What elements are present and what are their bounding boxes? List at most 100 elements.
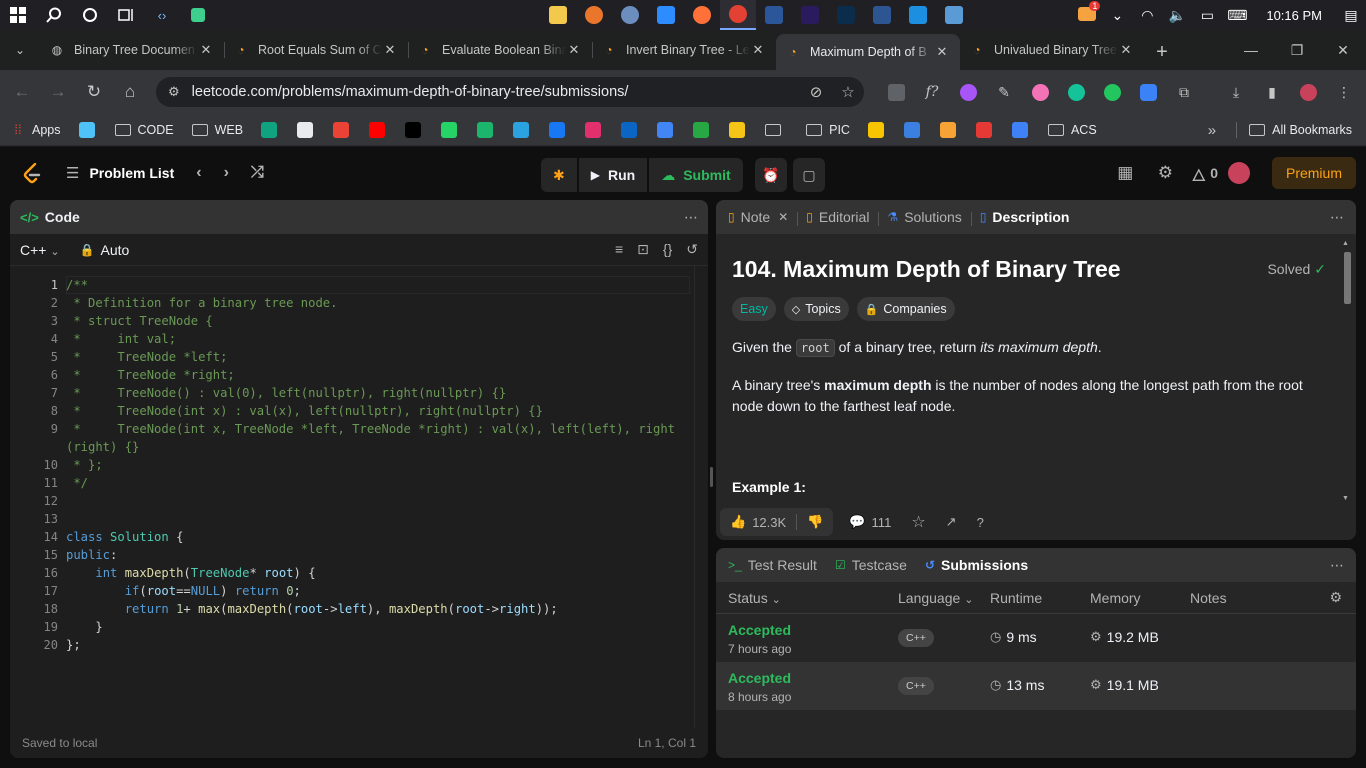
tab-submissions[interactable]: ↺ Submissions [925, 557, 1028, 573]
comments-button[interactable]: 💬 111 [849, 514, 891, 530]
extensions-puzzle-icon[interactable]: ⧉ [1166, 74, 1202, 110]
action-center-icon[interactable]: ▤ [1336, 7, 1366, 24]
address-bar[interactable]: ⚙ leetcode.com/problems/maximum-depth-of… [156, 77, 864, 107]
bookmark-folder[interactable]: PIC [806, 123, 850, 137]
bookmark-site-icon[interactable] [903, 121, 926, 138]
submission-row[interactable]: Accepted 8 hours ago C++ ◷ 13 ms ⚙ 19.1 MB [716, 662, 1356, 710]
taskbar-app-notepad-icon[interactable] [936, 0, 972, 30]
premium-button[interactable]: Premium [1271, 157, 1356, 189]
close-tab-icon[interactable]: ✕ [934, 44, 950, 60]
problem-title[interactable]: 104. Maximum Depth of Binary Tree [732, 256, 1121, 283]
description-scrollbar[interactable]: ▲ ▼ [1342, 240, 1352, 502]
bookmark-site-icon[interactable] [549, 121, 571, 138]
bookmark-site-icon[interactable] [441, 121, 463, 138]
bookmark-site-icon[interactable] [297, 121, 319, 138]
language-select[interactable]: C++ ⌄ [20, 242, 60, 258]
close-tab-icon[interactable]: ✕ [1118, 42, 1134, 58]
streak-flame-icon[interactable]: 🜂 [1191, 156, 1206, 191]
more-options-icon[interactable]: ⋯ [1330, 557, 1344, 574]
vertical-splitter-handle[interactable] [710, 467, 713, 487]
layout-grid-icon[interactable]: ▦ [1105, 163, 1145, 183]
browser-tab[interactable]: ◔ Maximum Depth of B ✕ [776, 34, 960, 70]
run-button[interactable]: ▶ Run [578, 158, 648, 192]
favorite-star-icon[interactable]: ☆ [911, 512, 925, 532]
braces-icon[interactable]: {} [663, 241, 672, 258]
notes-icon[interactable]: ▢ [793, 158, 825, 192]
browser-tab[interactable]: ◍ Binary Tree Documen ✕ [40, 34, 224, 66]
browser-tab[interactable]: ◔ Evaluate Boolean Bina ✕ [408, 34, 592, 66]
bookmark-site-icon[interactable] [477, 121, 499, 138]
task-view-icon[interactable] [108, 0, 144, 30]
submission-row[interactable]: Accepted 7 hours ago C++ ◷ 9 ms ⚙ 19.2 MB [716, 614, 1356, 662]
bookmark-folder[interactable]: CODE [114, 123, 174, 137]
bookmark-site-icon[interactable] [585, 121, 607, 138]
bookmark-site-icon[interactable] [405, 121, 427, 138]
bookmark-site-icon[interactable] [333, 121, 355, 138]
dislike-button[interactable]: 👎 [797, 514, 833, 530]
browser-tab[interactable]: ◔ Univalued Binary Tree ✕ [960, 34, 1144, 66]
tab-search-chevron-icon[interactable]: ⌄ [0, 30, 40, 70]
close-tab-icon[interactable]: ✕ [566, 42, 582, 58]
extension-8-icon[interactable] [1130, 74, 1166, 110]
format-code-icon[interactable]: ≡ [615, 241, 623, 258]
close-tab-icon[interactable]: ✕ [750, 42, 766, 58]
profile-avatar-icon[interactable] [1290, 74, 1326, 110]
leetcode-logo-icon[interactable] [22, 162, 42, 185]
shield-app-icon[interactable] [180, 0, 216, 30]
submit-button[interactable]: ☁ Submit [649, 158, 743, 192]
extension-3-icon[interactable] [950, 74, 986, 110]
battery-icon[interactable]: ▭ [1192, 7, 1222, 24]
submission-status[interactable]: Accepted [728, 670, 791, 686]
side-panel-icon[interactable]: ▮ [1254, 74, 1290, 110]
notification-badge-icon[interactable]: 1 [1072, 0, 1102, 24]
dev-tools-icon[interactable]: ‹› [144, 0, 180, 30]
restore-icon[interactable]: ❐ [1274, 30, 1320, 70]
autocomplete-mode[interactable]: Auto [101, 242, 130, 258]
bookmark-site-icon[interactable] [513, 121, 535, 138]
back-arrow-icon[interactable]: ← [4, 74, 40, 110]
debug-button[interactable]: ✱ [541, 158, 577, 192]
eyedropper-icon[interactable]: ✎ [986, 74, 1022, 110]
site-info-icon[interactable]: ⚙ [168, 84, 180, 100]
taskbar-app-zoom-icon[interactable] [648, 0, 684, 30]
cortana-icon[interactable] [72, 0, 108, 30]
like-button[interactable]: 👍 12.3K [720, 514, 798, 530]
close-tab-icon[interactable]: ✕ [198, 42, 214, 58]
close-tab-icon[interactable]: ✕ [778, 210, 788, 224]
bookmark-site-icon[interactable] [867, 121, 890, 138]
bookmark-folder[interactable] [765, 123, 788, 136]
bookmark-star-icon[interactable]: ☆ [832, 83, 864, 101]
browser-tab[interactable]: ◔ Invert Binary Tree - Le ✕ [592, 34, 776, 66]
taskbar-app-chrome-icon[interactable] [720, 0, 756, 30]
more-options-icon[interactable]: ⋯ [684, 209, 698, 226]
reload-icon[interactable]: ↻ [76, 74, 112, 110]
taskbar-app-app-2-icon[interactable] [576, 0, 612, 30]
user-avatar[interactable] [1227, 162, 1250, 184]
wifi-icon[interactable]: ◠ [1132, 7, 1162, 24]
tab-test-result[interactable]: >_ Test Result [728, 557, 817, 573]
tab-note[interactable]: ▯ Note ✕ [728, 209, 798, 225]
windows-start-icon[interactable] [0, 0, 36, 30]
formula-extension-icon[interactable]: f? [914, 74, 950, 110]
status-column-header[interactable]: Status ⌄ [728, 590, 781, 606]
clock[interactable]: 10:16 PM [1252, 8, 1336, 23]
bookmark-icon[interactable]: ⊡ [637, 241, 649, 258]
bookmark-site-icon[interactable] [261, 121, 283, 138]
tab-description[interactable]: ▯ Description [970, 209, 1080, 226]
search-icon[interactable] [36, 0, 72, 30]
close-window-icon[interactable]: ✕ [1320, 30, 1366, 70]
bookmark-site-icon[interactable] [1011, 121, 1034, 138]
bookmarks-overflow-icon[interactable]: » [1208, 122, 1216, 139]
minimize-icon[interactable]: — [1228, 30, 1274, 70]
bookmark-folder[interactable]: WEB [191, 123, 243, 137]
settings-gear-icon[interactable]: ⚙ [1145, 163, 1185, 183]
code-editor[interactable]: 1 2 3 4 5 6 7 8 9 10 11 12 13 14 15 16 17 18 19 20 /** * De… [10, 266, 708, 728]
grammarly-icon[interactable] [1058, 74, 1094, 110]
bookmark-site-icon[interactable] [369, 121, 391, 138]
topics-chip[interactable]: ◇ Topics [783, 297, 849, 321]
prev-problem-chevron-icon[interactable]: ‹ [196, 164, 201, 182]
code-lines[interactable]: /** * Definition for a binary tree node.… [66, 276, 696, 654]
extension-1-icon[interactable] [878, 74, 914, 110]
volume-icon[interactable]: 🔈 [1162, 7, 1192, 24]
taskbar-app-premiere-icon[interactable] [792, 0, 828, 30]
